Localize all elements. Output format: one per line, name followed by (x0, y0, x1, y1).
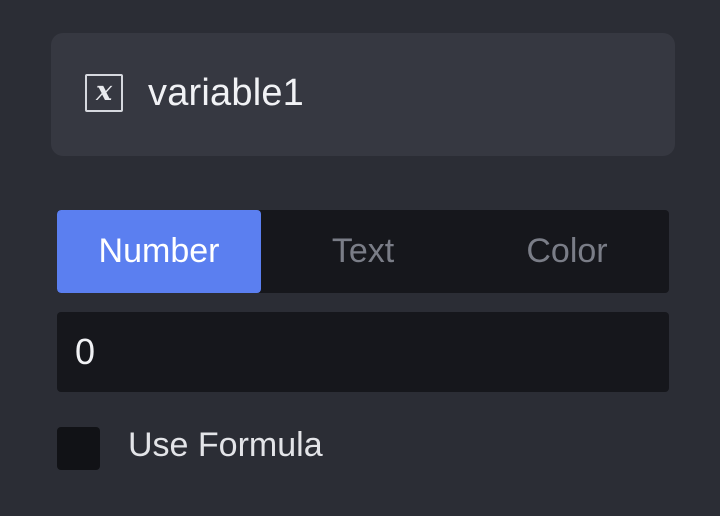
variable-name[interactable]: variable1 (148, 71, 304, 115)
variable-x-icon: x (85, 74, 123, 112)
variable-name-card[interactable]: x variable1 (51, 33, 675, 156)
tab-number[interactable]: Number (57, 210, 261, 293)
tab-color[interactable]: Color (465, 210, 669, 293)
tab-text[interactable]: Text (261, 210, 465, 293)
variable-type-selector: Number Text Color (57, 210, 669, 293)
variable-icon-glyph: x (95, 76, 113, 107)
use-formula-label[interactable]: Use Formula (128, 425, 323, 465)
value-input[interactable]: 0 (57, 312, 669, 392)
use-formula-checkbox[interactable] (57, 426, 100, 470)
use-formula-row[interactable]: Use Formula (57, 426, 323, 470)
